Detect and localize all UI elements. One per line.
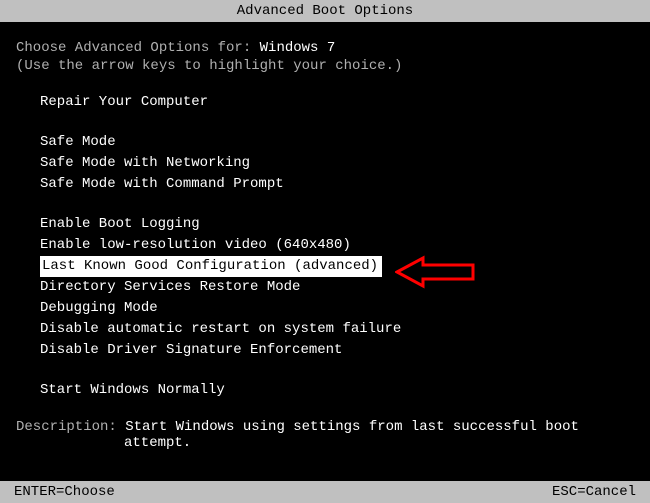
menu-item[interactable]: Repair Your Computer xyxy=(40,92,212,113)
description-line1: Description: Start Windows using setting… xyxy=(16,419,634,435)
menu-item[interactable]: Debugging Mode xyxy=(40,298,162,319)
prompt-line: Choose Advanced Options for: Windows 7 xyxy=(16,40,634,56)
menu-row[interactable]: Safe Mode with Networking xyxy=(40,153,634,174)
menu-row[interactable]: Last Known Good Configuration (advanced) xyxy=(40,256,634,277)
description-text-1: Start Windows using settings from last s… xyxy=(125,419,579,435)
prompt-os: Windows 7 xyxy=(260,40,336,56)
menu-item[interactable]: Safe Mode xyxy=(40,132,120,153)
menu-row[interactable]: Enable Boot Logging xyxy=(40,214,634,235)
menu-item[interactable]: Disable automatic restart on system fail… xyxy=(40,319,405,340)
menu-item[interactable]: Last Known Good Configuration (advanced) xyxy=(40,256,382,277)
menu-row[interactable]: Safe Mode with Command Prompt xyxy=(40,174,634,195)
menu-row[interactable]: Debugging Mode xyxy=(40,298,634,319)
title-text: Advanced Boot Options xyxy=(237,3,413,19)
menu-row[interactable]: Start Windows Normally xyxy=(40,380,634,401)
menu-row[interactable]: Repair Your Computer xyxy=(40,92,634,113)
prompt-prefix: Choose Advanced Options for: xyxy=(16,40,260,56)
menu-item[interactable]: Start Windows Normally xyxy=(40,380,229,401)
menu-row[interactable]: Safe Mode xyxy=(40,132,634,153)
footer-enter: ENTER=Choose xyxy=(14,482,115,502)
description-block: Description: Start Windows using setting… xyxy=(0,401,650,451)
menu-item[interactable]: Safe Mode with Networking xyxy=(40,153,254,174)
menu-gap xyxy=(40,113,634,132)
menu-item[interactable]: Enable Boot Logging xyxy=(40,214,204,235)
description-text-2: attempt. xyxy=(16,435,634,451)
title-bar: Advanced Boot Options xyxy=(0,0,650,22)
menu-item[interactable]: Disable Driver Signature Enforcement xyxy=(40,340,346,361)
menu-row[interactable]: Enable low-resolution video (640x480) xyxy=(40,235,634,256)
hint-line: (Use the arrow keys to highlight your ch… xyxy=(16,58,634,74)
description-label: Description: xyxy=(16,419,125,435)
menu-row[interactable]: Directory Services Restore Mode xyxy=(40,277,634,298)
menu-gap xyxy=(40,361,634,380)
menu-item[interactable]: Enable low-resolution video (640x480) xyxy=(40,235,355,256)
boot-menu[interactable]: Repair Your ComputerSafe ModeSafe Mode w… xyxy=(16,92,634,401)
footer-bar: ENTER=Choose ESC=Cancel xyxy=(0,481,650,503)
menu-item[interactable]: Directory Services Restore Mode xyxy=(40,277,304,298)
menu-row[interactable]: Disable Driver Signature Enforcement xyxy=(40,340,634,361)
menu-gap xyxy=(40,195,634,214)
menu-row[interactable]: Disable automatic restart on system fail… xyxy=(40,319,634,340)
menu-item[interactable]: Safe Mode with Command Prompt xyxy=(40,174,288,195)
content-area: Choose Advanced Options for: Windows 7 (… xyxy=(0,22,650,401)
footer-esc: ESC=Cancel xyxy=(552,482,636,502)
